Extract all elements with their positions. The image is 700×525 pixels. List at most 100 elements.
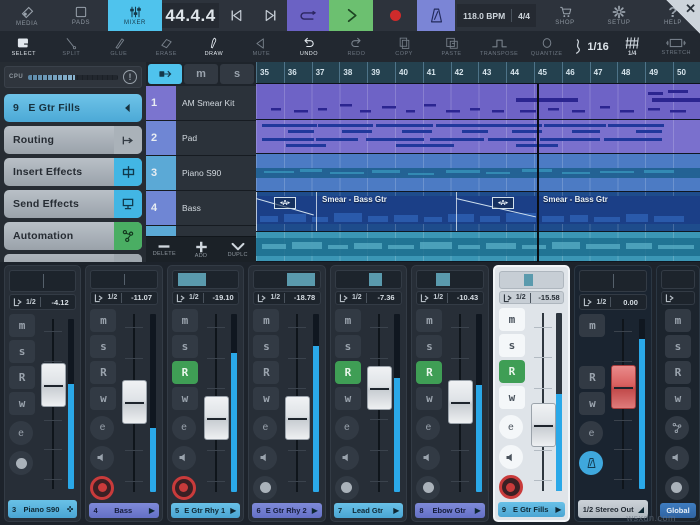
pan-control[interactable] [172, 270, 239, 289]
automation-button[interactable] [665, 416, 689, 440]
automation-write-button[interactable]: w [665, 387, 691, 410]
grid-snap-button[interactable]: 1/4 [612, 31, 653, 62]
monitor-button[interactable] [335, 446, 359, 470]
track-mute-all-button[interactable]: m [184, 64, 218, 84]
mute-button[interactable]: m [253, 309, 279, 332]
solo-button[interactable]: s [253, 335, 279, 358]
copy-button[interactable]: COPY [380, 31, 428, 62]
monitor-button[interactable] [172, 446, 196, 470]
tool-glue[interactable]: GLUE [95, 31, 143, 62]
edit-button[interactable]: e [90, 416, 114, 440]
position-display[interactable]: 44.4.4 [162, 3, 219, 28]
fader-area[interactable] [201, 308, 239, 500]
solo-button[interactable]: s [499, 334, 525, 357]
pan-control[interactable] [90, 270, 157, 289]
fader-handle[interactable] [122, 380, 147, 424]
mixer-channel[interactable]: 1/2-10.43msRwe8Ebow Gtr▶ [411, 265, 488, 522]
automation-write-button[interactable]: w [416, 387, 442, 410]
play-icon[interactable]: ▶ [393, 506, 399, 515]
output-routing[interactable]: 1/2-4.12 [9, 294, 76, 310]
automation-write-button[interactable]: w [9, 392, 35, 415]
track-row[interactable]: 1 AM Smear Kit [146, 86, 256, 121]
play-icon[interactable]: ▶ [475, 506, 481, 515]
pan-control[interactable] [499, 271, 565, 289]
track-edit-toggle[interactable] [148, 64, 182, 84]
fader-handle[interactable] [531, 403, 556, 447]
lane-e-gtr-rhy-1[interactable] [256, 232, 700, 262]
tool-mute[interactable]: MUTE [238, 31, 286, 62]
inspector-row-send-effects[interactable]: Send Effects [4, 190, 142, 218]
pan-control[interactable] [253, 270, 320, 289]
automation-write-button[interactable]: w [579, 392, 605, 415]
automation-icon[interactable] [114, 222, 142, 250]
mixer-channel[interactable]: 1/2-7.36msRwe7Lead Gtr▶ [330, 265, 407, 522]
output-routing[interactable]: 1/2-15.58 [499, 291, 565, 304]
record-enable-button[interactable] [90, 476, 114, 500]
channel-name-strip[interactable]: 3Piano S90✜ [8, 500, 77, 518]
cycle-button[interactable] [287, 0, 329, 31]
track-solo-all-button[interactable]: s [220, 64, 254, 84]
channel-name-strip[interactable]: 7Lead Gtr▶ [334, 503, 403, 518]
fader-area[interactable] [445, 308, 483, 500]
output-routing[interactable]: 1/2-7.36 [335, 291, 402, 305]
mute-button[interactable]: m [172, 309, 198, 332]
mute-button[interactable]: m [665, 309, 691, 332]
record-enable-button[interactable] [665, 476, 689, 500]
edit-button[interactable]: e [416, 416, 440, 440]
pan-control[interactable] [661, 270, 695, 289]
output-routing[interactable]: 1/2-10.43 [416, 291, 483, 305]
undo-button[interactable]: UNDO [285, 31, 333, 62]
insert-effects-icon[interactable] [114, 158, 142, 186]
monitor-button[interactable] [253, 446, 277, 470]
channel-name-strip[interactable]: 9E Gtr Fills▶ [498, 502, 566, 517]
lane-am-smear-kit[interactable] [256, 84, 700, 120]
rewind-to-start-button[interactable] [219, 0, 253, 31]
link-icon[interactable]: ✜ [67, 505, 74, 514]
mute-button[interactable]: m [499, 308, 525, 331]
paste-button[interactable]: PASTE [428, 31, 476, 62]
solo-button[interactable]: s [665, 335, 691, 358]
close-mixer-button[interactable]: ✕ [666, 0, 700, 34]
monitor-button[interactable] [665, 446, 689, 470]
edit-button[interactable]: e [253, 416, 277, 440]
edit-button[interactable]: e [579, 421, 603, 445]
solo-button[interactable]: s [172, 335, 198, 358]
inspector-row-routing[interactable]: Routing [4, 126, 142, 154]
redo-button[interactable]: REDO [333, 31, 381, 62]
solo-button[interactable]: s [9, 340, 35, 363]
mixer-channel[interactable]: 1/2-11.07msRwe4Bass▶ [85, 265, 162, 522]
fader-area[interactable] [119, 308, 157, 500]
solo-button[interactable]: s [416, 335, 442, 358]
transpose-button[interactable]: TRANSPOSE [475, 31, 523, 62]
record-enable-button[interactable] [172, 476, 196, 500]
record-button[interactable] [373, 0, 417, 31]
routing-icon[interactable] [114, 126, 142, 154]
inspector-selected-track[interactable]: 9 E Gtr Fills [4, 94, 142, 122]
pan-control[interactable] [335, 270, 402, 289]
record-enable-button[interactable] [499, 475, 523, 499]
output-routing[interactable]: 1/2-19.10 [172, 291, 239, 305]
automation-read-button[interactable]: R [253, 361, 279, 384]
edit-button[interactable]: e [9, 421, 33, 445]
quantize-button[interactable]: QUANTIZE [523, 31, 571, 62]
track-row[interactable]: 3 Piano S90 [146, 156, 256, 191]
output-routing[interactable]: 1/2-18.78 [253, 291, 320, 305]
fader-area[interactable] [608, 313, 646, 497]
delete-track-button[interactable]: DELETE [146, 237, 183, 262]
track-row[interactable]: 4 Bass [146, 191, 256, 226]
add-track-button[interactable]: ADD [183, 237, 220, 262]
forward-to-end-button[interactable] [253, 0, 287, 31]
tool-split[interactable]: SPLIT [48, 31, 96, 62]
record-enable-button[interactable] [335, 476, 359, 500]
fade-handle[interactable]: ◂ A ▸ [492, 197, 514, 209]
mixer-channel[interactable]: 1/2-18.78msRwe6E Gtr Rhy 2▶ [248, 265, 325, 522]
duplicate-track-button[interactable]: DUPLC [219, 237, 256, 262]
play-button[interactable] [329, 0, 373, 31]
mute-button[interactable]: m [335, 309, 361, 332]
record-enable-button[interactable] [416, 476, 440, 500]
automation-write-button[interactable]: w [253, 387, 279, 410]
tool-draw[interactable]: DRAW [190, 31, 238, 62]
fader-area[interactable] [528, 307, 565, 499]
track-row[interactable]: 2 Pad [146, 121, 256, 156]
playhead[interactable] [537, 84, 539, 262]
